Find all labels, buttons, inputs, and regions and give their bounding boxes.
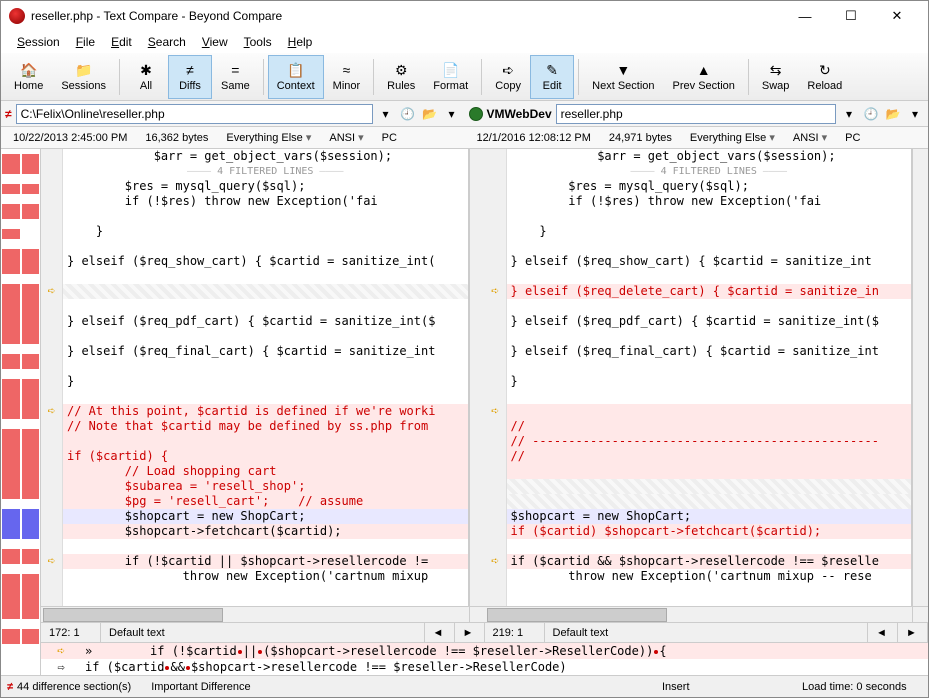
- rules-icon: ⚙: [392, 61, 410, 79]
- tool-minor[interactable]: ≈Minor: [324, 55, 370, 99]
- left-scroll-left[interactable]: ◄: [425, 623, 455, 642]
- tool-same[interactable]: =Same: [212, 55, 259, 99]
- thumbnail-overview[interactable]: [1, 149, 41, 675]
- left-gutter: ➪➪➪: [41, 149, 63, 606]
- right-scrollbar[interactable]: [912, 149, 928, 606]
- menu-search[interactable]: Search: [142, 33, 192, 51]
- right-platform: PC: [841, 131, 864, 145]
- reload-icon: ↻: [816, 61, 834, 79]
- sessions-icon: 📁: [75, 61, 93, 79]
- left-pane: ➪➪➪ $arr = get_object_vars($session);4 F…: [41, 149, 469, 606]
- home-icon: 🏠: [20, 61, 38, 79]
- right-code[interactable]: $arr = get_object_vars($session);4 FILTE…: [507, 149, 912, 606]
- menubar: SessionFileEditSearchViewToolsHelp: [1, 31, 928, 53]
- left-size: 16,362 bytes: [141, 131, 212, 145]
- not-equal-icon: ≠: [5, 107, 12, 121]
- info-bar: 10/22/2013 2:45:00 PM 16,362 bytes Every…: [1, 127, 928, 149]
- status-load: Load time: 0 seconds: [802, 681, 922, 693]
- minor-icon: ≈: [337, 61, 355, 79]
- diff-icon: ≠: [7, 681, 13, 693]
- left-path-dropdown[interactable]: ▾: [377, 105, 395, 123]
- minimize-button[interactable]: —: [782, 2, 828, 30]
- tool-prev[interactable]: ▲Prev Section: [664, 55, 744, 99]
- tool-edit[interactable]: ✎Edit: [530, 55, 574, 99]
- copy-icon: ➪: [499, 61, 517, 79]
- horizontal-scrollbar[interactable]: [41, 606, 928, 622]
- right-path-dropdown[interactable]: ▾: [840, 105, 858, 123]
- menu-file[interactable]: File: [70, 33, 101, 51]
- all-icon: ✱: [137, 61, 155, 79]
- remote-label: VMWebDev: [487, 107, 552, 121]
- menu-tools[interactable]: Tools: [238, 33, 278, 51]
- left-more-button[interactable]: ▾: [443, 105, 461, 123]
- context-icon: 📋: [287, 61, 305, 79]
- tool-diffs[interactable]: ≠Diffs: [168, 55, 212, 99]
- left-platform: PC: [378, 131, 401, 145]
- right-pane: ➪➪➪ $arr = get_object_vars($session);4 F…: [485, 149, 913, 606]
- tool-all[interactable]: ✱All: [124, 55, 168, 99]
- swap-icon: ⇆: [767, 61, 785, 79]
- window-title: reseller.php - Text Compare - Beyond Com…: [31, 9, 782, 23]
- edit-icon: ✎: [543, 61, 561, 79]
- right-mode: Default text: [545, 623, 869, 642]
- right-date: 12/1/2016 12:08:12 PM: [473, 131, 595, 145]
- status-type: Important Difference: [151, 681, 271, 693]
- same-icon: =: [226, 61, 244, 79]
- left-code[interactable]: $arr = get_object_vars($session);4 FILTE…: [63, 149, 468, 606]
- prev-icon: ▲: [695, 61, 713, 79]
- left-mode: Default text: [101, 623, 425, 642]
- statusbar: ≠ 44 difference section(s) Important Diff…: [1, 675, 928, 697]
- status-diffs: 44 difference section(s): [17, 681, 131, 693]
- maximize-button[interactable]: ☐: [828, 2, 874, 30]
- merge-row[interactable]: ➪» if (!$cartid||($shopcart->resellercod…: [41, 643, 928, 659]
- right-history-button[interactable]: 🕘: [862, 105, 880, 123]
- right-browse-button[interactable]: 📂: [884, 105, 902, 123]
- diffs-icon: ≠: [181, 61, 199, 79]
- path-bar: ≠ C:\Felix\Online\reseller.php ▾ 🕘 📂 ▾ V…: [1, 101, 928, 127]
- close-button[interactable]: ✕: [874, 2, 920, 30]
- tool-rules[interactable]: ⚙Rules: [378, 55, 424, 99]
- left-history-button[interactable]: 🕘: [399, 105, 417, 123]
- left-pos: 172: 1: [41, 623, 101, 642]
- tool-context[interactable]: 📋Context: [268, 55, 324, 99]
- tool-swap[interactable]: ⇆Swap: [753, 55, 799, 99]
- left-scroll-right[interactable]: ►: [455, 623, 485, 642]
- tool-home[interactable]: 🏠Home: [5, 55, 52, 99]
- status-insert: Insert: [662, 681, 782, 693]
- right-size: 24,971 bytes: [605, 131, 676, 145]
- menu-view[interactable]: View: [196, 33, 234, 51]
- tool-next[interactable]: ▼Next Section: [583, 55, 663, 99]
- left-date: 10/22/2013 2:45:00 PM: [9, 131, 131, 145]
- right-scroll-left[interactable]: ◄: [868, 623, 898, 642]
- tool-format[interactable]: 📄Format: [424, 55, 477, 99]
- left-browse-button[interactable]: 📂: [421, 105, 439, 123]
- tool-reload[interactable]: ↻Reload: [798, 55, 851, 99]
- titlebar: reseller.php - Text Compare - Beyond Com…: [1, 1, 928, 31]
- right-pos: 219: 1: [485, 623, 545, 642]
- right-scroll-right[interactable]: ►: [898, 623, 928, 642]
- next-icon: ▼: [614, 61, 632, 79]
- merge-area: ➪» if (!$cartid||($shopcart->resellercod…: [41, 642, 928, 675]
- tool-sessions[interactable]: 📁Sessions: [52, 55, 115, 99]
- merge-row[interactable]: ⇨if ($cartid&&$shopcart->resellercode !=…: [41, 659, 928, 675]
- app-icon: [9, 8, 25, 24]
- tool-copy[interactable]: ➪Copy: [486, 55, 530, 99]
- diff-area: ➪➪➪ $arr = get_object_vars($session);4 F…: [1, 149, 928, 675]
- left-scrollbar[interactable]: [469, 149, 485, 606]
- right-more-button[interactable]: ▾: [906, 105, 924, 123]
- remote-icon: [469, 107, 483, 121]
- left-filter-dropdown[interactable]: Everything Else: [222, 130, 315, 145]
- menu-session[interactable]: Session: [11, 33, 66, 51]
- right-encoding-dropdown[interactable]: ANSI: [789, 130, 831, 145]
- right-gutter: ➪➪➪: [485, 149, 507, 606]
- right-filter-dropdown[interactable]: Everything Else: [686, 130, 779, 145]
- position-bar: 172: 1 Default text ◄ ► 219: 1 Default t…: [41, 622, 928, 642]
- left-path-input[interactable]: C:\Felix\Online\reseller.php: [16, 104, 373, 124]
- left-encoding-dropdown[interactable]: ANSI: [325, 130, 367, 145]
- toolbar: 🏠Home📁Sessions✱All≠Diffs=Same📋Context≈Mi…: [1, 53, 928, 101]
- format-icon: 📄: [442, 61, 460, 79]
- menu-edit[interactable]: Edit: [105, 33, 138, 51]
- right-path-input[interactable]: reseller.php: [556, 104, 836, 124]
- menu-help[interactable]: Help: [282, 33, 319, 51]
